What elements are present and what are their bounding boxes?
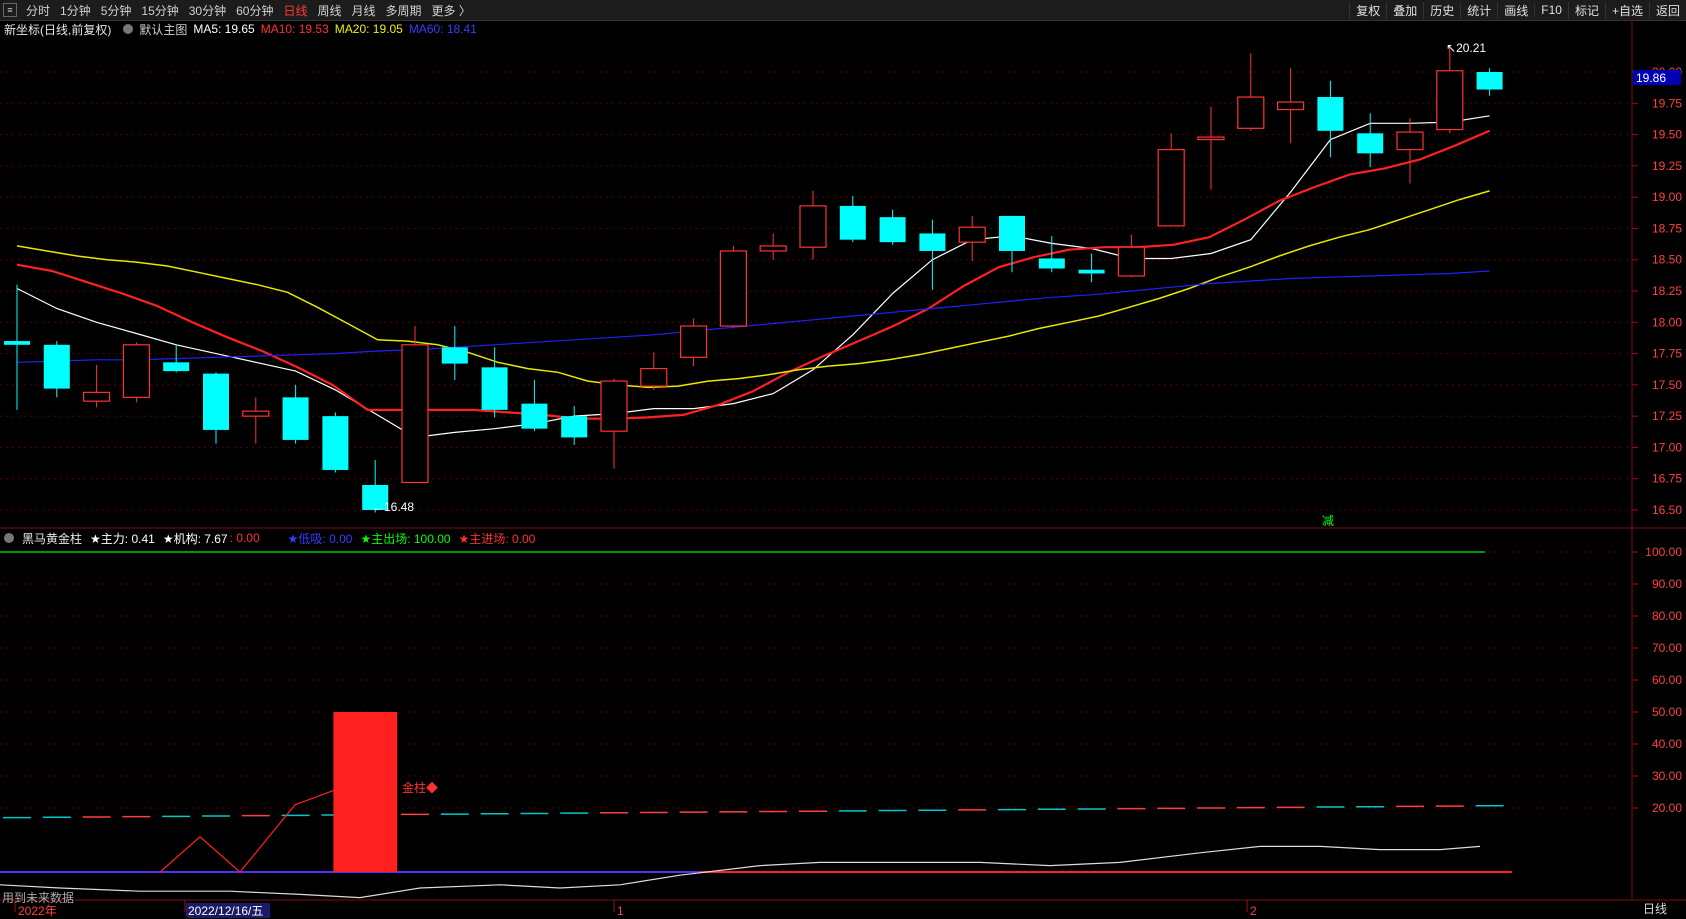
golden-bar bbox=[333, 712, 398, 872]
candle-body bbox=[401, 344, 429, 484]
ma-line-ma5 bbox=[16, 115, 1490, 439]
candle-body bbox=[242, 410, 270, 417]
ma-line-ma60 bbox=[16, 270, 1490, 363]
price-tick-label: 18.75 bbox=[1652, 221, 1682, 235]
ind-tick-label: 40.00 bbox=[1652, 737, 1682, 751]
low-annotation: ←16.48 bbox=[372, 500, 414, 514]
candle-body bbox=[759, 245, 787, 252]
candle-body bbox=[1157, 148, 1185, 227]
candle-body bbox=[163, 362, 190, 372]
candle-body bbox=[561, 416, 588, 438]
candle-body bbox=[322, 416, 349, 470]
price-tick-label: 18.00 bbox=[1652, 315, 1682, 329]
indicator-layer bbox=[0, 551, 1512, 899]
candle-body bbox=[1476, 72, 1503, 90]
candle-body bbox=[441, 347, 468, 364]
candle-body bbox=[999, 215, 1025, 251]
price-tick-label: 19.00 bbox=[1652, 190, 1682, 204]
price-tick-label: 16.50 bbox=[1652, 503, 1682, 517]
candle-body bbox=[282, 397, 309, 440]
candle-body bbox=[1038, 258, 1065, 269]
high-annotation: ↖20.21 bbox=[1446, 41, 1486, 55]
ind-zigzag bbox=[159, 788, 339, 873]
candle-body bbox=[719, 250, 748, 327]
candle-body bbox=[521, 403, 548, 429]
candle-body bbox=[1357, 133, 1384, 154]
date-label: 2022/12/16/五 bbox=[188, 904, 263, 918]
candle-body bbox=[958, 226, 986, 243]
candle-body bbox=[799, 205, 827, 248]
candle-body bbox=[1436, 70, 1464, 131]
candle-body bbox=[1197, 136, 1225, 141]
candle-body bbox=[4, 341, 30, 345]
ind-tick-label: 90.00 bbox=[1652, 577, 1682, 591]
date-label: 1 bbox=[617, 904, 624, 918]
current-price-label: 19.86 bbox=[1636, 71, 1666, 85]
ind-tick-label: 100.00 bbox=[1645, 545, 1682, 559]
ma-layer bbox=[16, 115, 1491, 439]
price-tick-label: 16.75 bbox=[1652, 472, 1682, 486]
candle-body bbox=[43, 344, 70, 389]
price-tick-label: 17.25 bbox=[1652, 409, 1682, 423]
candle-body bbox=[203, 373, 229, 430]
candle-body bbox=[122, 344, 151, 398]
candle-body bbox=[1237, 96, 1265, 129]
candle-body bbox=[919, 233, 946, 251]
price-tick-label: 18.25 bbox=[1652, 284, 1682, 298]
golden-bar-label: 金柱◆ bbox=[402, 780, 438, 795]
candle-body bbox=[481, 367, 508, 410]
price-tick-label: 17.00 bbox=[1652, 440, 1682, 454]
chart-canvas[interactable]: 20.00 19.75 19.50 19.25 19.00 18.75 18.50 18.25… bbox=[0, 0, 1686, 919]
ind-tick-label: 60.00 bbox=[1652, 673, 1682, 687]
candle-body bbox=[879, 217, 906, 243]
ma-line-ma10 bbox=[16, 129, 1491, 420]
price-tick-label: 19.50 bbox=[1652, 128, 1682, 142]
candle-body bbox=[640, 367, 668, 387]
price-tick-label: 19.25 bbox=[1652, 159, 1682, 173]
ind-tick-label: 50.00 bbox=[1652, 705, 1682, 719]
date-label: 2 bbox=[1250, 904, 1257, 918]
jian-marker: 减 bbox=[1322, 514, 1334, 528]
axis-layer: 20.00 19.75 19.50 19.25 19.00 18.75 18.50 18.25… bbox=[14, 65, 1682, 918]
grid-layer bbox=[0, 71, 1632, 809]
candle-body bbox=[1317, 97, 1344, 131]
candle-body bbox=[679, 325, 708, 358]
candle-body bbox=[1078, 269, 1105, 274]
price-tick-label: 17.50 bbox=[1652, 378, 1682, 392]
candle-body bbox=[82, 391, 111, 402]
candle-body bbox=[1396, 131, 1424, 151]
price-tick-label: 19.75 bbox=[1652, 96, 1682, 110]
ind-tick-label: 70.00 bbox=[1652, 641, 1682, 655]
ind-tick-label: 30.00 bbox=[1652, 769, 1682, 783]
candle-body bbox=[839, 205, 866, 240]
candle-body bbox=[1117, 246, 1146, 277]
ind-tick-label: 80.00 bbox=[1652, 609, 1682, 623]
candle-body bbox=[1276, 101, 1305, 111]
date-label: 2022年 bbox=[18, 904, 57, 918]
price-tick-label: 18.50 bbox=[1652, 253, 1682, 267]
candle-body bbox=[600, 380, 628, 432]
period-tab[interactable]: 日线 bbox=[1626, 901, 1684, 917]
ind-tick-label: 20.00 bbox=[1652, 801, 1682, 815]
price-tick-label: 17.75 bbox=[1652, 347, 1682, 361]
future-data-note: 用到未来数据 bbox=[2, 891, 75, 905]
